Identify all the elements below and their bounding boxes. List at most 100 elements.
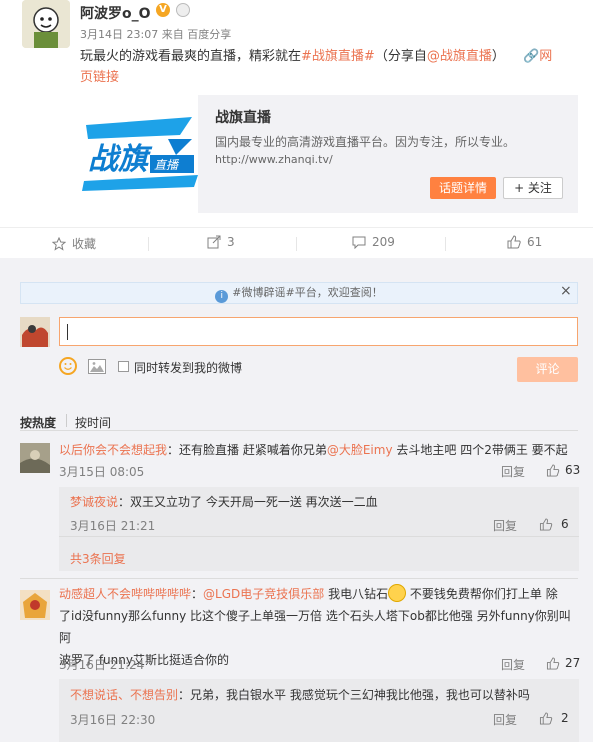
thumbs-up-icon bbox=[539, 711, 553, 725]
emoji-icon[interactable] bbox=[59, 357, 77, 375]
thumbs-up-icon bbox=[507, 235, 521, 249]
like-count: 63 bbox=[565, 463, 581, 477]
rumor-notice[interactable]: i #微博辟谣#平台，欢迎查阅！ bbox=[20, 282, 578, 304]
post-time[interactable]: 3月14日 23:07 bbox=[80, 28, 158, 41]
thumbs-up-icon bbox=[546, 463, 560, 477]
thumbs-up-icon bbox=[539, 517, 553, 531]
sort-by-hot[interactable]: 按热度 bbox=[20, 414, 56, 431]
mention-link[interactable]: @LGD电子竞技俱乐部 bbox=[203, 587, 324, 601]
medal-icon[interactable] bbox=[176, 3, 190, 17]
comment-like-button[interactable]: 63 bbox=[546, 463, 580, 477]
sort-by-time[interactable]: 按时间 bbox=[75, 414, 111, 431]
share-from-link[interactable]: @战旗直播 bbox=[427, 49, 492, 64]
web-link-line1: 网 bbox=[539, 49, 553, 64]
card-logo-sub: 直播 bbox=[154, 158, 180, 172]
post-meta: 3月14日 23:07 来自 百度分享 bbox=[80, 26, 231, 42]
comment-icon bbox=[352, 236, 366, 249]
commenter-avatar[interactable] bbox=[20, 443, 50, 473]
text-caret bbox=[67, 324, 68, 340]
commenter-name[interactable]: 以后你会不会想起我 bbox=[59, 443, 167, 457]
like-count: 6 bbox=[561, 517, 569, 531]
post-text-mid: （分享自 bbox=[374, 49, 427, 64]
comment-like-button[interactable]: 6 bbox=[539, 517, 569, 531]
card-title[interactable]: 战旗直播 bbox=[215, 107, 271, 127]
reply-button[interactable]: 回复 bbox=[493, 711, 517, 728]
sub-comment-time: 3月16日 22:30 bbox=[70, 713, 156, 727]
forward-icon bbox=[207, 235, 221, 249]
post-text-suffix: ） bbox=[491, 49, 505, 64]
post-text-prefix: 玩最火的游戏看最爽的直播，精彩就在 bbox=[80, 49, 302, 64]
sub-commenter-name[interactable]: 梦诚夜说 bbox=[70, 495, 118, 509]
comment-body-line2: 了id没funny那么funny 比这个傻子上单强一万倍 选个石头人塔下ob都比… bbox=[59, 609, 571, 645]
divider bbox=[296, 237, 297, 251]
close-icon[interactable]: × bbox=[560, 283, 572, 299]
reply-button[interactable]: 回复 bbox=[501, 463, 525, 480]
more-replies-link[interactable]: 共3条回复 bbox=[70, 550, 126, 567]
comment-time: 3月15日 08:05 bbox=[59, 465, 145, 479]
divider bbox=[20, 578, 578, 579]
sub-comment-body: ：兄弟，我白银水平 我感觉玩个三幻神我比他强，我也可以替补吗 bbox=[178, 688, 530, 702]
comment-body-post: 不要钱免费帮你们打上单 除 bbox=[406, 587, 558, 601]
commenter-name[interactable]: 动感超人不会哔哔哔哔哔 bbox=[59, 587, 191, 601]
comment-like-button[interactable]: 2 bbox=[539, 711, 569, 725]
forward-button[interactable]: 3 bbox=[207, 235, 235, 249]
post-body: 玩最火的游戏看最爽的直播，精彩就在#战旗直播#（分享自@战旗直播） 🔗网页链接 bbox=[80, 46, 580, 88]
card-logo-text: 战旗 bbox=[88, 142, 153, 177]
repost-label[interactable]: 同时转发到我的微博 bbox=[134, 359, 242, 376]
card-url[interactable]: http://www.zhanqi.tv/ bbox=[215, 153, 333, 166]
star-icon bbox=[52, 236, 66, 251]
author-avatar[interactable] bbox=[22, 0, 70, 48]
divider bbox=[66, 414, 67, 427]
comment-input[interactable] bbox=[59, 317, 578, 346]
like-count: 2 bbox=[561, 711, 569, 725]
web-link-line2: 页链接 bbox=[80, 70, 120, 85]
like-count: 27 bbox=[565, 656, 581, 670]
reply-button[interactable]: 回复 bbox=[493, 517, 517, 534]
like-count: 61 bbox=[527, 235, 543, 249]
submit-comment-button[interactable]: 评论 bbox=[517, 357, 578, 382]
divider bbox=[445, 237, 446, 251]
favorite-label: 收藏 bbox=[72, 237, 97, 251]
notice-text: #微博辟谣#平台，欢迎查阅！ bbox=[232, 286, 383, 299]
sub-comment-time: 3月16日 21:21 bbox=[70, 519, 156, 533]
divider bbox=[20, 430, 578, 431]
like-button[interactable]: 61 bbox=[507, 235, 542, 249]
verified-icon[interactable]: V bbox=[156, 3, 170, 17]
my-avatar[interactable] bbox=[20, 317, 50, 347]
commenter-avatar[interactable] bbox=[20, 590, 50, 620]
comment-like-button[interactable]: 27 bbox=[546, 656, 580, 670]
divider bbox=[148, 237, 149, 251]
comment-time: 3月16日 21:24 bbox=[59, 658, 145, 672]
comment-count: 209 bbox=[372, 235, 395, 249]
comment-text: 以后你会不会想起我：还有脸直播 赶紧喊着你兄弟@大脸Eimy 去斗地主吧 四个2… bbox=[59, 439, 579, 461]
post-action-bar: 收藏 3 209 61 bbox=[0, 227, 593, 257]
sub-commenter-name[interactable]: 不想说话、不想告别 bbox=[70, 688, 178, 702]
comment-body: ：还有脸直播 赶紧喊着你兄弟 bbox=[167, 443, 327, 457]
topic-link[interactable]: #战旗直播# bbox=[301, 49, 375, 64]
sub-comment-text: 不想说话、不想告别：兄弟，我白银水平 我感觉玩个三幻神我比他强，我也可以替补吗 bbox=[70, 684, 530, 706]
comment-button[interactable]: 209 bbox=[352, 235, 395, 249]
forward-count: 3 bbox=[227, 235, 235, 249]
comment-body-pre: ： bbox=[191, 587, 204, 601]
comment-body-mid: 我电八钻石 bbox=[324, 587, 389, 601]
sub-comment-body: ：双王又立功了 今天开局一死一送 再次送一二血 bbox=[118, 495, 378, 509]
favorite-button[interactable]: 收藏 bbox=[52, 235, 96, 252]
divider bbox=[59, 536, 579, 537]
thumbs-up-icon bbox=[546, 656, 560, 670]
comment-body-rest: 去斗地主吧 四个2带俩王 要不起 bbox=[392, 443, 568, 457]
reply-button[interactable]: 回复 bbox=[501, 656, 525, 673]
follow-button[interactable]: + 关注 bbox=[503, 177, 563, 199]
topic-detail-button[interactable]: 话题详情 bbox=[430, 177, 496, 199]
repost-checkbox[interactable] bbox=[118, 361, 129, 372]
info-icon: i bbox=[215, 290, 229, 303]
sub-comment-text: 梦诚夜说：双王又立功了 今天开局一死一送 再次送一二血 bbox=[70, 491, 378, 513]
mention-link[interactable]: @大脸Eimy bbox=[327, 443, 393, 457]
share-card[interactable]: 战旗 直播 战旗直播 国内最专业的高清游戏直播平台。因为专注，所以专业。 htt… bbox=[80, 95, 578, 213]
author-name[interactable]: 阿波罗o_O bbox=[80, 3, 151, 23]
image-icon[interactable] bbox=[88, 359, 106, 374]
link-icon: 🔗 bbox=[523, 49, 540, 64]
smile-emoji-icon bbox=[388, 584, 407, 602]
card-thumbnail[interactable]: 战旗 直播 bbox=[80, 95, 198, 213]
post-source[interactable]: 来自 百度分享 bbox=[162, 28, 232, 41]
card-description: 国内最专业的高清游戏直播平台。因为专注，所以专业。 bbox=[215, 135, 516, 149]
